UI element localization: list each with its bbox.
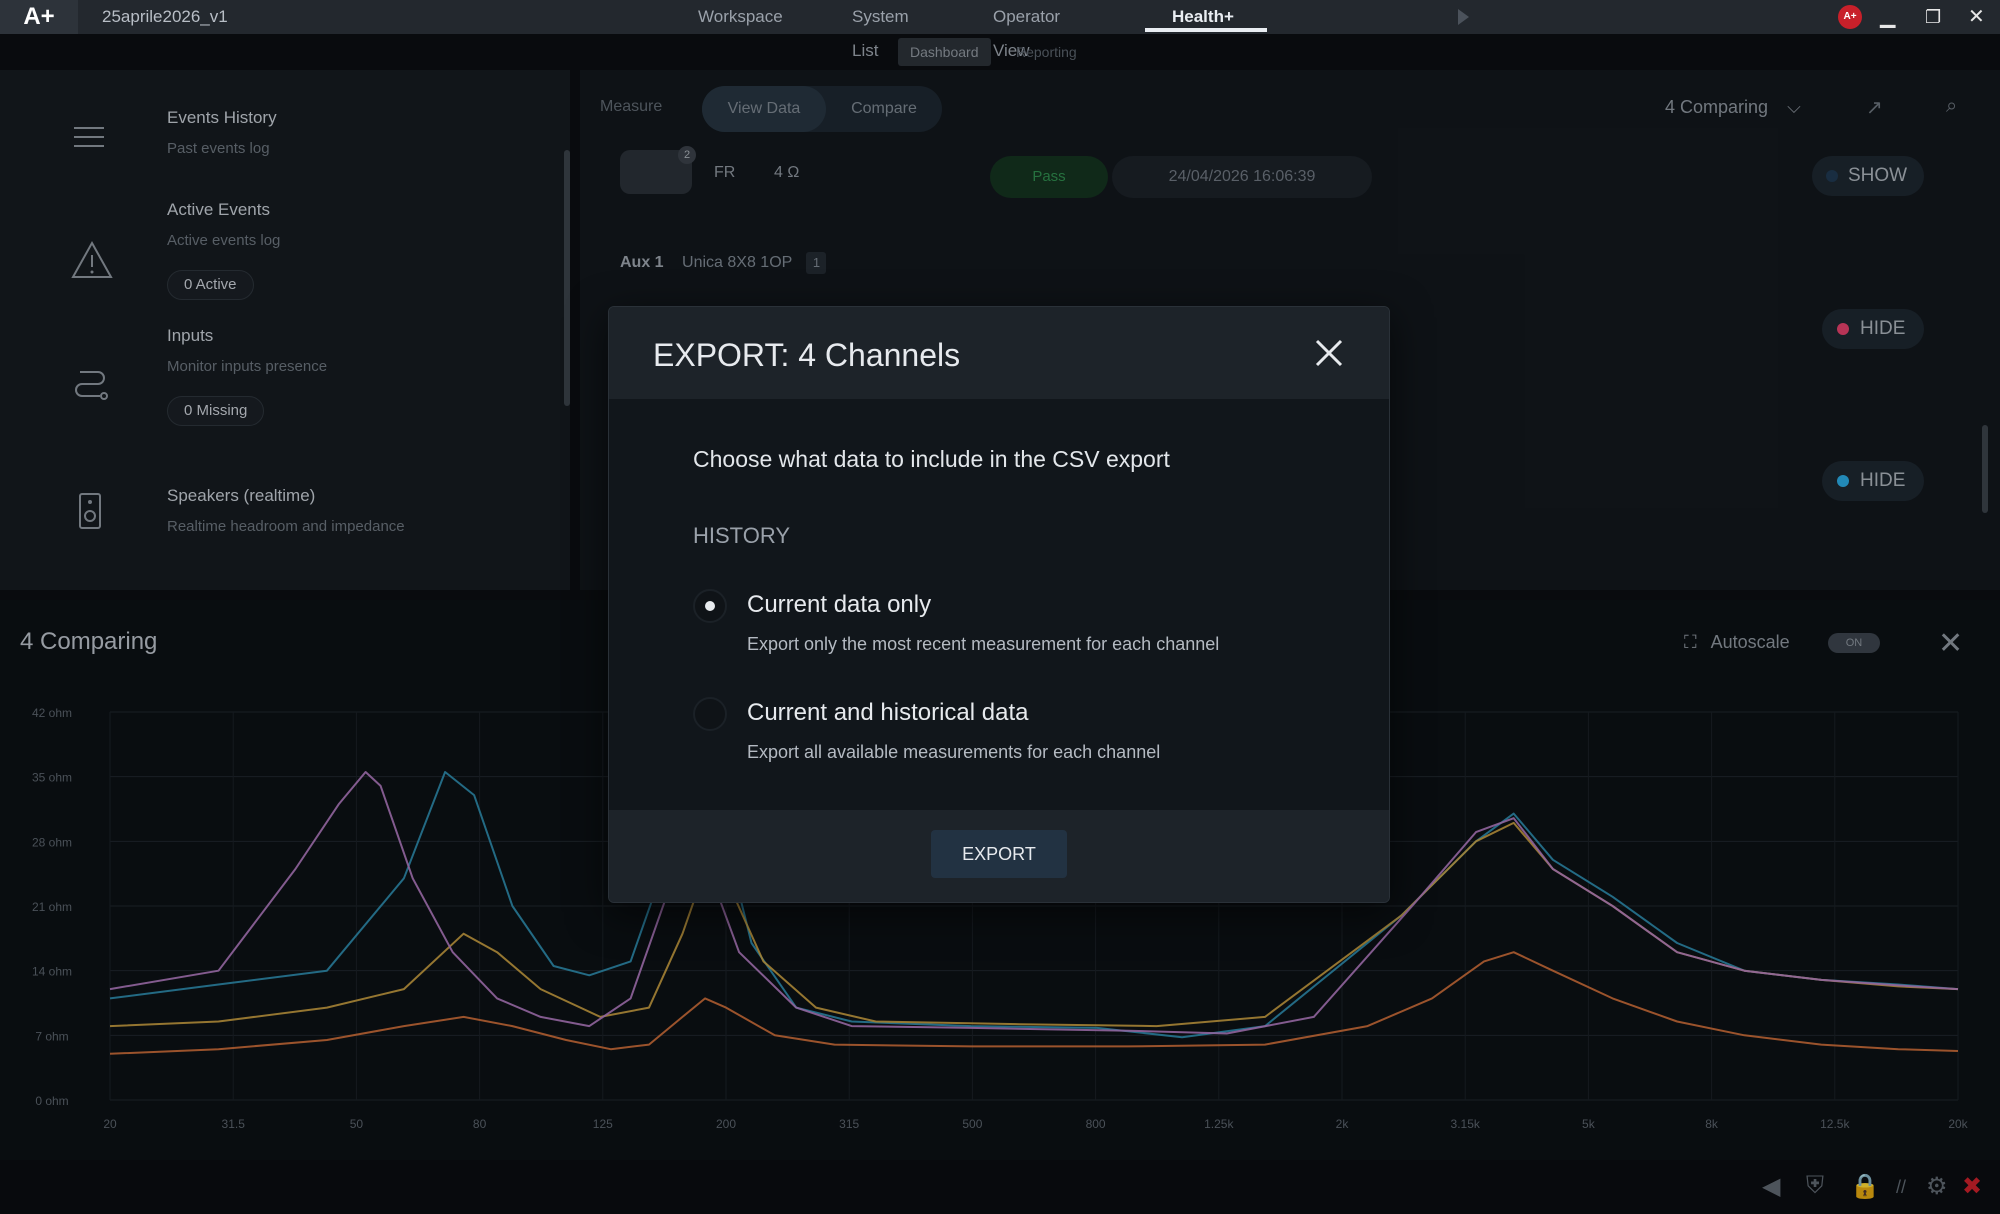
close-dialog-icon[interactable] [1309, 333, 1349, 373]
radio-historical-data[interactable] [693, 697, 727, 731]
tab-operator-view[interactable]: Operator View [993, 0, 1060, 60]
active-tab-indicator [1145, 28, 1267, 32]
restore-icon[interactable]: ❐ [1925, 0, 1941, 34]
export-dialog: EXPORT: 4 Channels Choose what data to i… [608, 306, 1390, 903]
tab-workspace[interactable]: Workspace [698, 0, 783, 34]
option-historical-data-label[interactable]: Current and historical data [747, 699, 1028, 727]
app-logo[interactable]: A+ [0, 0, 78, 34]
notification-icon[interactable]: A+ [1838, 5, 1862, 29]
dialog-header: EXPORT: 4 Channels [609, 307, 1389, 399]
dialog-title: EXPORT: 4 Channels [653, 337, 961, 373]
radio-current-data[interactable] [693, 589, 727, 623]
history-section-title: HISTORY [693, 523, 790, 548]
dialog-body: Choose what data to include in the CSV e… [609, 399, 1389, 810]
minimize-icon[interactable]: ▁ [1880, 0, 1895, 34]
close-icon[interactable]: ✕ [1968, 0, 1985, 34]
dialog-footer: EXPORT [609, 810, 1389, 902]
option-current-data-label[interactable]: Current data only [747, 591, 931, 619]
document-title[interactable]: 25aprile2026_v1 [102, 0, 228, 34]
dialog-intro: Choose what data to include in the CSV e… [693, 446, 1170, 472]
option-historical-data-description: Export all available measurements for ea… [747, 742, 1161, 762]
top-bar: A+ 25aprile2026_v1 Workspace System List… [0, 0, 2000, 60]
nav-scroll-right-icon[interactable] [1458, 9, 1469, 25]
export-button[interactable]: EXPORT [931, 830, 1067, 878]
option-current-data-description: Export only the most recent measurement … [747, 634, 1220, 654]
tab-system-list[interactable]: System List [852, 0, 909, 60]
